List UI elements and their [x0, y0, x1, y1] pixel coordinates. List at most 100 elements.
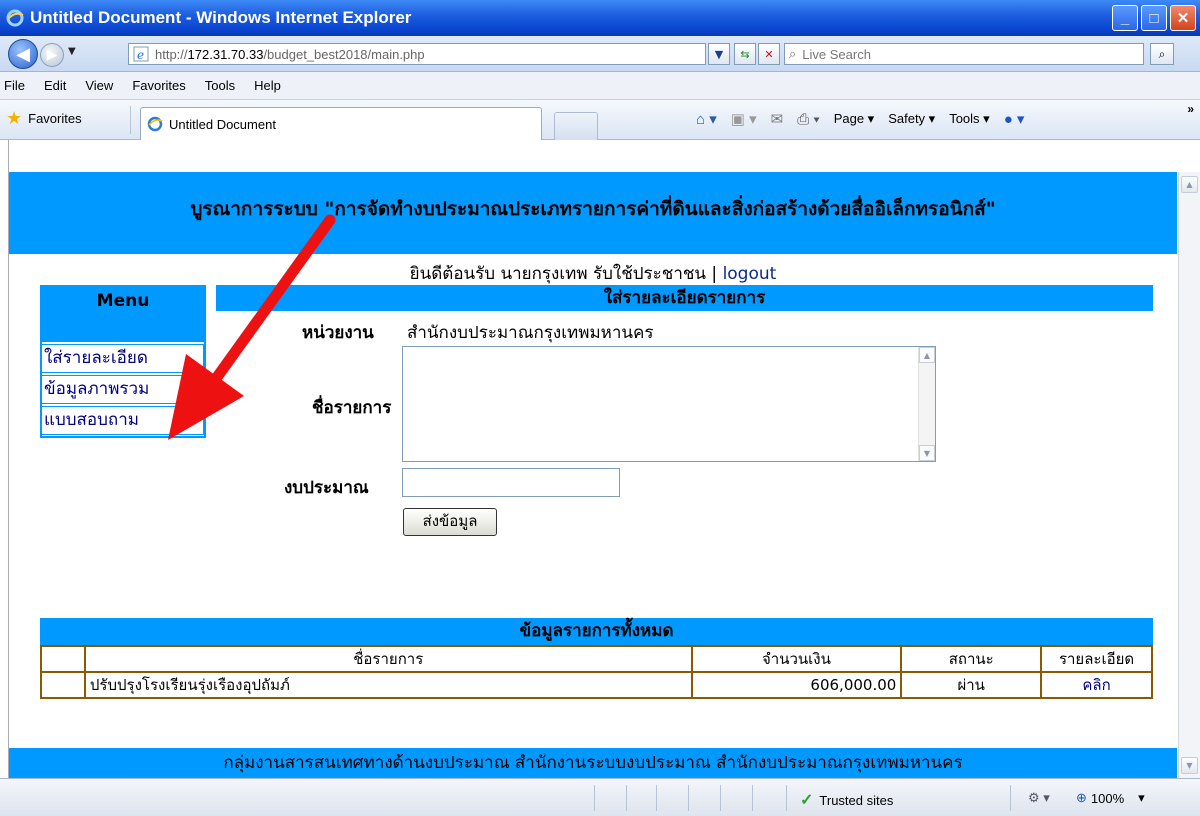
window-controls: _ □ ✕ — [1112, 5, 1196, 31]
command-bar: ⌂ ▾ ▣ ▾ ✉ ⎙ ▾ Page ▾ Safety ▾ Tools ▾ ● … — [696, 110, 1025, 129]
address-input[interactable]: e http://172.31.70.33/budget_best2018/ma… — [128, 43, 706, 65]
col-detail: รายละเอียด — [1040, 645, 1153, 673]
cell-status: ผ่าน — [900, 671, 1043, 699]
menu-view[interactable]: View — [85, 78, 113, 93]
table-heading: ข้อมูลรายการทั้งหมด — [40, 618, 1153, 645]
menu-tools[interactable]: Tools — [205, 78, 235, 93]
refresh-icon: ⇆ — [740, 47, 750, 61]
menu-item-overview[interactable]: ข้อมูลภาพรวม — [42, 375, 204, 404]
side-menu: ใส่รายละเอียด ข้อมูลภาพรวม แบบสอบถาม — [40, 342, 206, 438]
zoom-level: 100% — [1090, 790, 1125, 806]
back-button[interactable]: ◀ — [8, 39, 38, 69]
forward-button[interactable]: ▶ — [40, 43, 64, 67]
chevron-more-icon[interactable]: » — [1187, 102, 1194, 116]
menu-file[interactable]: File — [4, 78, 25, 93]
agency-value: สำนักงบประมาณกรุงเทพมหานคร — [407, 323, 654, 343]
cell-amount: 606,000.00 — [690, 671, 903, 699]
tab-untitled-document[interactable]: Untitled Document — [140, 107, 542, 140]
zoom-icon: ⊕ — [1076, 790, 1087, 805]
minimize-button[interactable]: _ — [1112, 5, 1138, 31]
magnifier-icon: ⌕ — [1158, 46, 1166, 61]
agency-label: หน่วยงาน — [302, 323, 374, 343]
status-bar: ✓ Trusted sites ⚙ ▾ ⊕ 100% ▾ — [0, 778, 1200, 816]
divider — [1010, 785, 1011, 811]
favorites-label: Favorites — [28, 111, 82, 126]
history-dropdown-icon[interactable]: ▼ — [68, 46, 76, 57]
divider — [656, 785, 657, 811]
detail-link[interactable]: คลิก — [1082, 676, 1110, 694]
favorites-bar: ★ Favorites Untitled Document ⌂ ▾ ▣ ▾ ✉ … — [0, 100, 1200, 140]
home-icon[interactable]: ⌂ ▾ — [696, 110, 717, 128]
divider — [626, 785, 627, 811]
star-icon: ★ — [6, 108, 23, 128]
textarea-scrollbar[interactable]: ▲ ▼ — [918, 347, 935, 461]
safety-menu[interactable]: Safety ▾ — [888, 111, 935, 127]
refresh-button[interactable]: ⇆ — [734, 43, 756, 65]
svg-text:e: e — [137, 48, 144, 62]
divider — [752, 785, 753, 811]
safety-menu-label: Safety — [888, 111, 926, 126]
scroll-down-icon[interactable]: ▼ — [1181, 757, 1198, 774]
search-button[interactable]: ⌕ — [1150, 43, 1174, 65]
search-placeholder: Live Search — [802, 46, 871, 62]
menu-help[interactable]: Help — [254, 78, 281, 93]
table-row: ปรับปรุงโรงเรียนรุ่งเรืองอุปถัมภ์ 606,00… — [40, 671, 1153, 699]
menu-item-details[interactable]: ใส่รายละเอียด — [42, 344, 204, 373]
chevron-down-icon[interactable]: ▼ — [919, 445, 935, 461]
logout-link[interactable]: logout — [723, 264, 777, 284]
divider — [688, 785, 689, 811]
scroll-up-icon[interactable]: ▲ — [1181, 176, 1198, 193]
protected-mode-icon[interactable]: ⚙ ▾ — [1028, 790, 1050, 806]
print-icon[interactable]: ⎙ ▾ — [797, 111, 819, 128]
page-footer: กลุ่มงานสารสนเทศทางด้านงบประมาณ สำนักงาน… — [9, 748, 1177, 778]
favorites-button[interactable]: ★ Favorites — [6, 108, 82, 129]
mail-icon[interactable]: ✉ — [771, 110, 784, 128]
chevron-down-icon: ▼ — [714, 47, 724, 61]
ie-logo-icon — [6, 9, 24, 27]
divider — [720, 785, 721, 811]
divider — [594, 785, 595, 811]
stop-button[interactable]: ✕ — [758, 43, 780, 65]
address-toolbar: ◀ ▶ ▼ e http://172.31.70.33/budget_best2… — [0, 36, 1200, 72]
item-name-textarea[interactable]: ▲ ▼ — [402, 346, 936, 462]
url-path: /budget_best2018/main.php — [263, 46, 425, 62]
col-status: สถานะ — [900, 645, 1043, 673]
menu-heading: Menu — [40, 285, 206, 342]
arrow-right-icon: ▶ — [46, 47, 58, 63]
help-icon[interactable]: ● ▾ — [1004, 110, 1025, 128]
search-icon: ⌕ — [789, 46, 797, 61]
left-frame — [0, 140, 9, 780]
col-index — [40, 645, 86, 673]
menu-bar: File Edit View Favorites Tools Help — [0, 72, 1200, 100]
search-input[interactable]: ⌕ Live Search — [784, 43, 1144, 65]
chevron-up-icon[interactable]: ▲ — [919, 347, 935, 363]
cell-index — [40, 671, 86, 699]
menu-favorites[interactable]: Favorites — [132, 78, 185, 93]
welcome-text: ยินดีต้อนรับ นายกรุงเทพ รับใช้ประชาชน | — [409, 264, 723, 284]
divider — [786, 785, 787, 811]
ie-tab-icon — [147, 116, 163, 132]
page-menu[interactable]: Page ▾ — [834, 111, 875, 127]
col-name: ชื่อรายการ — [83, 645, 693, 673]
divider — [130, 106, 131, 134]
menu-item-survey[interactable]: แบบสอบถาม — [42, 406, 204, 435]
col-amount: จำนวนเงิน — [690, 645, 903, 673]
url-host: 172.31.70.33 — [187, 46, 264, 62]
security-zone[interactable]: ✓ Trusted sites — [800, 790, 893, 810]
ie-page-icon: e — [133, 46, 149, 62]
zoom-control[interactable]: ⊕ 100% ▾ — [1076, 790, 1145, 806]
address-dropdown-button[interactable]: ▼ — [708, 43, 730, 65]
page-menu-label: Page — [833, 111, 865, 126]
page-scrollbar[interactable]: ▲ ▼ — [1178, 172, 1200, 778]
menu-edit[interactable]: Edit — [44, 78, 66, 93]
url-prefix: http:// — [155, 46, 188, 62]
budget-input[interactable] — [402, 468, 620, 497]
submit-button[interactable]: ส่งข้อมูล — [403, 508, 497, 536]
security-zone-label: Trusted sites — [819, 792, 894, 808]
new-tab-button[interactable] — [554, 112, 598, 140]
maximize-button[interactable]: □ — [1141, 5, 1167, 31]
feeds-icon[interactable]: ▣ ▾ — [731, 110, 757, 128]
tools-menu[interactable]: Tools ▾ — [949, 111, 990, 127]
close-button[interactable]: ✕ — [1170, 5, 1196, 31]
welcome-line: ยินดีต้อนรับ นายกรุงเทพ รับใช้ประชาชน | … — [9, 260, 1177, 287]
